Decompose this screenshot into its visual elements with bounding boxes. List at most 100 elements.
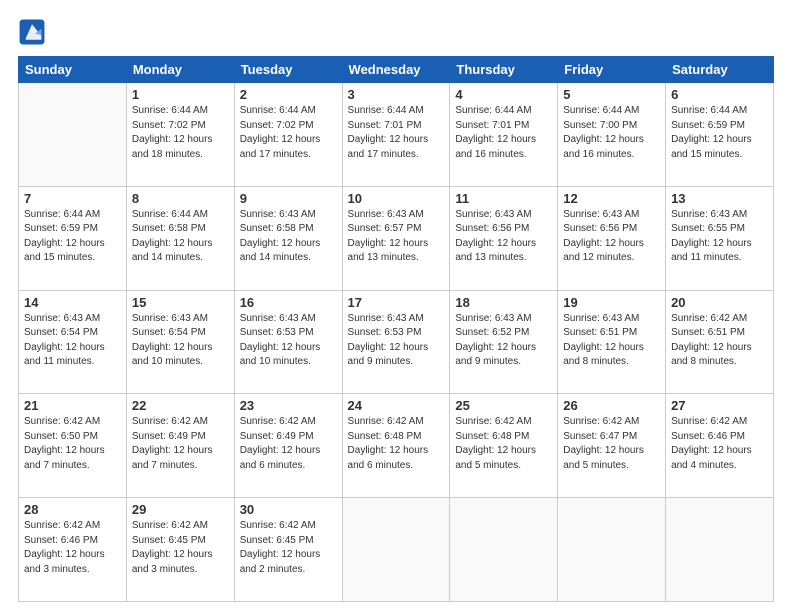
day-info: Sunrise: 6:43 AMSunset: 6:52 PMDaylight:…: [455, 312, 552, 370]
day-number: 26: [563, 398, 660, 413]
week-row: 7 Sunrise: 6:44 AMSunset: 6:59 PMDaylight…: [19, 186, 774, 290]
calendar-cell: 9Sunrise: 6:43 AMSunset: 6:58 PMDaylight…: [234, 186, 342, 290]
day-number: 15: [132, 295, 229, 310]
week-row: 14 Sunrise: 6:43 AMSunset: 6:54 PMDayligh…: [19, 290, 774, 394]
calendar-cell: 21 Sunrise: 6:42 AMSunset: 6:50 PMDayligh…: [19, 394, 127, 498]
day-number: 12: [563, 191, 660, 206]
day-info: Sunrise: 6:42 AMSunset: 6:49 PMDaylight:…: [132, 415, 229, 473]
col-header-monday: Monday: [126, 57, 234, 83]
day-number: 30: [240, 502, 337, 517]
day-info: Sunrise: 6:42 AMSunset: 6:50 PMDaylight:…: [24, 415, 121, 473]
day-number: 13: [671, 191, 768, 206]
day-number: 23: [240, 398, 337, 413]
calendar-cell: 22 Sunrise: 6:42 AMSunset: 6:49 PMDayligh…: [126, 394, 234, 498]
day-info: Sunrise: 6:44 AMSunset: 7:00 PMDaylight:…: [563, 104, 660, 162]
day-number: 27: [671, 398, 768, 413]
day-info: Sunrise: 6:44 AMSunset: 7:01 PMDaylight:…: [348, 104, 445, 162]
header: [18, 18, 774, 46]
col-header-tuesday: Tuesday: [234, 57, 342, 83]
day-info: Sunrise: 6:43 AMSunset: 6:56 PMDaylight:…: [563, 208, 660, 266]
week-row: 21 Sunrise: 6:42 AMSunset: 6:50 PMDayligh…: [19, 394, 774, 498]
page: SundayMondayTuesdayWednesdayThursdayFrid…: [0, 0, 792, 612]
day-info: Sunrise: 6:42 AMSunset: 6:47 PMDaylight:…: [563, 415, 660, 473]
calendar-cell: 2Sunrise: 6:44 AMSunset: 7:02 PMDaylight…: [234, 83, 342, 187]
calendar-table: SundayMondayTuesdayWednesdayThursdayFrid…: [18, 56, 774, 602]
calendar-cell: 29Sunrise: 6:42 AMSunset: 6:45 PMDayligh…: [126, 498, 234, 602]
day-number: 2: [240, 87, 337, 102]
day-info: Sunrise: 6:44 AMSunset: 6:59 PMDaylight:…: [671, 104, 768, 162]
day-info: Sunrise: 6:42 AMSunset: 6:51 PMDaylight:…: [671, 312, 768, 370]
calendar-cell: 30 Sunrise: 6:42 AMSunset: 6:45 PMDayligh…: [234, 498, 342, 602]
day-number: 16: [240, 295, 337, 310]
calendar-cell: 1 Sunrise: 6:44 AMSunset: 7:02 PMDaylight…: [126, 83, 234, 187]
day-info: Sunrise: 6:44 AMSunset: 7:02 PMDaylight:…: [132, 104, 229, 162]
day-info: Sunrise: 6:43 AMSunset: 6:53 PMDaylight:…: [240, 312, 337, 370]
col-header-friday: Friday: [558, 57, 666, 83]
day-number: 20: [671, 295, 768, 310]
calendar-cell: [666, 498, 774, 602]
calendar-cell: 27 Sunrise: 6:42 AMSunset: 6:46 PMDayligh…: [666, 394, 774, 498]
day-number: 24: [348, 398, 445, 413]
col-header-thursday: Thursday: [450, 57, 558, 83]
day-number: 14: [24, 295, 121, 310]
calendar-cell: 12 Sunrise: 6:43 AMSunset: 6:56 PMDayligh…: [558, 186, 666, 290]
calendar-cell: 14 Sunrise: 6:43 AMSunset: 6:54 PMDayligh…: [19, 290, 127, 394]
calendar-cell: 10 Sunrise: 6:43 AMSunset: 6:57 PMDayligh…: [342, 186, 450, 290]
day-number: 7: [24, 191, 121, 206]
day-info: Sunrise: 6:43 AMSunset: 6:57 PMDaylight:…: [348, 208, 445, 266]
day-info: Sunrise: 6:44 AMSunset: 6:58 PMDaylight:…: [132, 208, 229, 266]
calendar-cell: 20 Sunrise: 6:42 AMSunset: 6:51 PMDayligh…: [666, 290, 774, 394]
calendar-cell: 23 Sunrise: 6:42 AMSunset: 6:49 PMDayligh…: [234, 394, 342, 498]
calendar-cell: 15 Sunrise: 6:43 AMSunset: 6:54 PMDayligh…: [126, 290, 234, 394]
day-number: 25: [455, 398, 552, 413]
calendar-cell: [450, 498, 558, 602]
day-info: Sunrise: 6:43 AMSunset: 6:56 PMDaylight:…: [455, 208, 552, 266]
day-info: Sunrise: 6:43 AMSunset: 6:53 PMDaylight:…: [348, 312, 445, 370]
calendar-cell: 25 Sunrise: 6:42 AMSunset: 6:48 PMDayligh…: [450, 394, 558, 498]
calendar-cell: 26 Sunrise: 6:42 AMSunset: 6:47 PMDayligh…: [558, 394, 666, 498]
day-info: Sunrise: 6:42 AMSunset: 6:48 PMDaylight:…: [455, 415, 552, 473]
calendar-cell: [342, 498, 450, 602]
calendar-cell: 19Sunrise: 6:43 AMSunset: 6:51 PMDayligh…: [558, 290, 666, 394]
calendar-cell: 18 Sunrise: 6:43 AMSunset: 6:52 PMDayligh…: [450, 290, 558, 394]
col-header-saturday: Saturday: [666, 57, 774, 83]
day-info: Sunrise: 6:44 AMSunset: 7:01 PMDaylight:…: [455, 104, 552, 162]
day-info: Sunrise: 6:42 AMSunset: 6:46 PMDaylight:…: [671, 415, 768, 473]
day-number: 29: [132, 502, 229, 517]
calendar-cell: 4 Sunrise: 6:44 AMSunset: 7:01 PMDaylight…: [450, 83, 558, 187]
day-number: 21: [24, 398, 121, 413]
day-number: 4: [455, 87, 552, 102]
day-number: 1: [132, 87, 229, 102]
calendar-cell: [19, 83, 127, 187]
calendar-cell: 17Sunrise: 6:43 AMSunset: 6:53 PMDayligh…: [342, 290, 450, 394]
col-header-wednesday: Wednesday: [342, 57, 450, 83]
day-info: Sunrise: 6:42 AMSunset: 6:46 PMDaylight:…: [24, 519, 121, 577]
logo: [18, 18, 50, 46]
day-number: 28: [24, 502, 121, 517]
day-number: 11: [455, 191, 552, 206]
day-number: 10: [348, 191, 445, 206]
day-info: Sunrise: 6:42 AMSunset: 6:49 PMDaylight:…: [240, 415, 337, 473]
day-number: 8: [132, 191, 229, 206]
day-number: 3: [348, 87, 445, 102]
day-info: Sunrise: 6:42 AMSunset: 6:45 PMDaylight:…: [240, 519, 337, 577]
calendar-cell: 16 Sunrise: 6:43 AMSunset: 6:53 PMDayligh…: [234, 290, 342, 394]
day-info: Sunrise: 6:43 AMSunset: 6:58 PMDaylight:…: [240, 208, 337, 266]
calendar-cell: 3 Sunrise: 6:44 AMSunset: 7:01 PMDaylight…: [342, 83, 450, 187]
logo-icon: [18, 18, 46, 46]
calendar-cell: 13Sunrise: 6:43 AMSunset: 6:55 PMDayligh…: [666, 186, 774, 290]
calendar-cell: 6 Sunrise: 6:44 AMSunset: 6:59 PMDaylight…: [666, 83, 774, 187]
day-number: 22: [132, 398, 229, 413]
day-number: 19: [563, 295, 660, 310]
day-number: 5: [563, 87, 660, 102]
calendar-cell: 11 Sunrise: 6:43 AMSunset: 6:56 PMDayligh…: [450, 186, 558, 290]
day-info: Sunrise: 6:43 AMSunset: 6:54 PMDaylight:…: [132, 312, 229, 370]
day-number: 18: [455, 295, 552, 310]
week-row: 1 Sunrise: 6:44 AMSunset: 7:02 PMDaylight…: [19, 83, 774, 187]
day-number: 6: [671, 87, 768, 102]
calendar-cell: [558, 498, 666, 602]
day-info: Sunrise: 6:44 AMSunset: 6:59 PMDaylight:…: [24, 208, 121, 266]
day-info: Sunrise: 6:43 AMSunset: 6:54 PMDaylight:…: [24, 312, 121, 370]
calendar-cell: 8 Sunrise: 6:44 AMSunset: 6:58 PMDaylight…: [126, 186, 234, 290]
week-row: 28 Sunrise: 6:42 AMSunset: 6:46 PMDayligh…: [19, 498, 774, 602]
